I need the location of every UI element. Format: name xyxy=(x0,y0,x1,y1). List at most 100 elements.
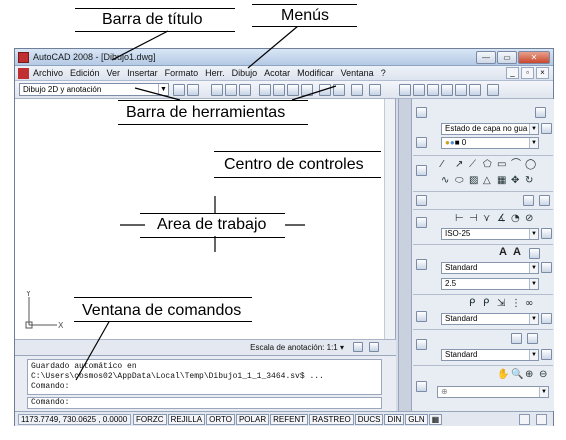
print-icon[interactable] xyxy=(259,84,271,96)
multileader-style-icon[interactable] xyxy=(541,313,552,324)
autocad-app-icon[interactable] xyxy=(18,52,29,63)
title-bar[interactable]: AutoCAD 2008 - [Dibujo1.dwg] — ▭ ✕ xyxy=(15,49,553,66)
text-height-select[interactable]: 2.5 ▼ xyxy=(441,278,539,290)
table-style-select[interactable]: Standard ▼ xyxy=(441,349,539,361)
text-panel-icon[interactable] xyxy=(416,259,427,270)
region-icon[interactable]: ▦ xyxy=(497,175,506,186)
collect-leader-icon[interactable]: ⋮ xyxy=(511,298,521,309)
palette-title-strip[interactable] xyxy=(399,99,412,411)
auto-scale-icon[interactable] xyxy=(369,342,379,352)
sheet-set-icon[interactable] xyxy=(441,84,453,96)
toggle-orto[interactable]: ORTO xyxy=(206,414,235,425)
insert-table-icon[interactable] xyxy=(511,333,522,344)
rectangle-icon[interactable]: ▭ xyxy=(497,159,506,170)
toggle-gln[interactable]: GLN xyxy=(405,414,428,425)
text-style-select[interactable]: Standard ▼ xyxy=(441,262,539,274)
toggle-din[interactable]: DIN xyxy=(384,414,405,425)
close-button[interactable]: ✕ xyxy=(518,51,550,64)
leader-dim-icon[interactable]: ⊘ xyxy=(525,213,533,224)
minimize-button[interactable]: — xyxy=(476,51,496,64)
single-line-text-button[interactable]: A xyxy=(513,246,521,258)
menu-ventana[interactable]: Ventana xyxy=(341,68,374,78)
maximize-button[interactable]: ▭ xyxy=(497,51,517,64)
toggle-rejilla[interactable]: REJILLA xyxy=(167,414,206,425)
pan-icon[interactable]: ✋ xyxy=(497,369,509,380)
help-icon[interactable] xyxy=(487,84,499,96)
menu-archivo[interactable]: Archivo xyxy=(33,68,63,78)
hatch-icon[interactable]: ▨ xyxy=(469,175,478,186)
document-icon[interactable] xyxy=(18,68,29,79)
spline-icon[interactable]: ∿ xyxy=(441,175,449,186)
move-icon[interactable]: ✥ xyxy=(511,175,519,186)
menu-modificar[interactable]: Modificar xyxy=(297,68,334,78)
menu-dibujo[interactable]: Dibujo xyxy=(232,68,258,78)
doc-minimize-button[interactable]: _ xyxy=(506,67,519,79)
toggle-ducs[interactable]: DUCS xyxy=(354,414,384,425)
polyline-icon[interactable]: ↗ xyxy=(455,159,463,170)
angular-dim-icon[interactable]: ∡ xyxy=(497,213,506,224)
ellipse-icon[interactable]: ⬭ xyxy=(455,175,464,186)
dim-style-select[interactable]: ISO-25 ▼ xyxy=(441,228,539,240)
design-center-icon[interactable] xyxy=(413,84,425,96)
dim-style-icon[interactable] xyxy=(541,228,552,239)
doc-restore-button[interactable]: ▫ xyxy=(521,67,534,79)
model-icon[interactable]: ▦ xyxy=(428,414,443,425)
align-leader-icon[interactable]: ⇲ xyxy=(497,298,505,309)
polygon-icon[interactable]: ⬠ xyxy=(483,159,492,170)
redo-icon[interactable] xyxy=(369,84,381,96)
menu-herr[interactable]: Herr. xyxy=(205,68,225,78)
zoom-previous-icon[interactable]: ⊖ xyxy=(539,369,547,380)
new-file-icon[interactable] xyxy=(211,84,223,96)
command-input[interactable]: Comando: xyxy=(27,397,382,409)
open-file-icon[interactable] xyxy=(225,84,237,96)
linear-dim-icon[interactable]: ⊢ xyxy=(455,213,464,224)
add-leader-icon[interactable]: ᑭ xyxy=(483,298,489,309)
table-panel-icon[interactable] xyxy=(416,339,427,350)
annotation-visibility-icon[interactable] xyxy=(353,342,363,352)
doc-close-button[interactable]: × xyxy=(536,67,549,79)
workspace-settings-icon[interactable] xyxy=(173,84,185,96)
toggle-forzc[interactable]: FORZC xyxy=(133,414,167,425)
rotate-icon[interactable]: ↻ xyxy=(525,175,533,186)
quickcalc-icon[interactable] xyxy=(469,84,481,96)
multileader-style-select[interactable]: Standard ▼ xyxy=(441,313,539,325)
toggle-refent[interactable]: REFENT xyxy=(270,414,309,425)
tool-palettes-icon[interactable] xyxy=(427,84,439,96)
menu-ver[interactable]: Ver xyxy=(107,68,121,78)
remove-scale-icon[interactable] xyxy=(539,195,550,206)
save-icon[interactable] xyxy=(239,84,251,96)
layer-properties-icon[interactable] xyxy=(416,137,427,148)
annotation-scaling-panel-icon[interactable] xyxy=(416,195,427,206)
dimensions-panel-icon[interactable] xyxy=(416,217,427,228)
layer-list-icon[interactable] xyxy=(541,123,552,134)
workspace-icon[interactable] xyxy=(187,84,199,96)
clean-screen-icon[interactable] xyxy=(536,414,547,425)
toggle-polar[interactable]: POLAR xyxy=(235,414,270,425)
cut-icon[interactable] xyxy=(319,84,331,96)
layers-panel-icon[interactable] xyxy=(416,107,427,118)
circle-icon[interactable]: ◯ xyxy=(525,159,536,170)
undo-icon[interactable] xyxy=(351,84,363,96)
layer-state-select[interactable]: Estado de capa no gua ▼ xyxy=(441,123,539,135)
zoom-window-icon[interactable]: ⊕ xyxy=(525,369,533,380)
aligned-dim-icon[interactable]: ⊣ xyxy=(469,213,478,224)
boundary-icon[interactable]: △ xyxy=(483,175,491,186)
lock-icon[interactable] xyxy=(519,414,530,425)
workspace-select[interactable]: Dibujo 2D y anotación ▼ xyxy=(19,83,169,96)
text-style-icon[interactable] xyxy=(541,262,552,273)
radius-dim-icon[interactable]: ◔ xyxy=(511,213,520,224)
view-select[interactable]: ⊕ ▼ xyxy=(437,386,549,398)
publish-icon[interactable] xyxy=(287,84,299,96)
table-edit-icon[interactable] xyxy=(527,333,538,344)
toggle-rastreo[interactable]: RASTREO xyxy=(309,414,354,425)
menu-help[interactable]: ? xyxy=(381,68,386,78)
annotation-scale[interactable]: Escala de anotación: 1:1 ▾ xyxy=(250,343,344,352)
3d-dwf-icon[interactable] xyxy=(301,84,313,96)
arc-icon[interactable]: ⌒ xyxy=(511,159,521,170)
menu-edicion[interactable]: Edición xyxy=(70,68,100,78)
markup-icon[interactable] xyxy=(455,84,467,96)
layer-states-icon[interactable] xyxy=(535,107,546,118)
navigate-panel-icon[interactable] xyxy=(416,381,427,392)
menu-insertar[interactable]: Insertar xyxy=(127,68,158,78)
properties-icon[interactable] xyxy=(399,84,411,96)
